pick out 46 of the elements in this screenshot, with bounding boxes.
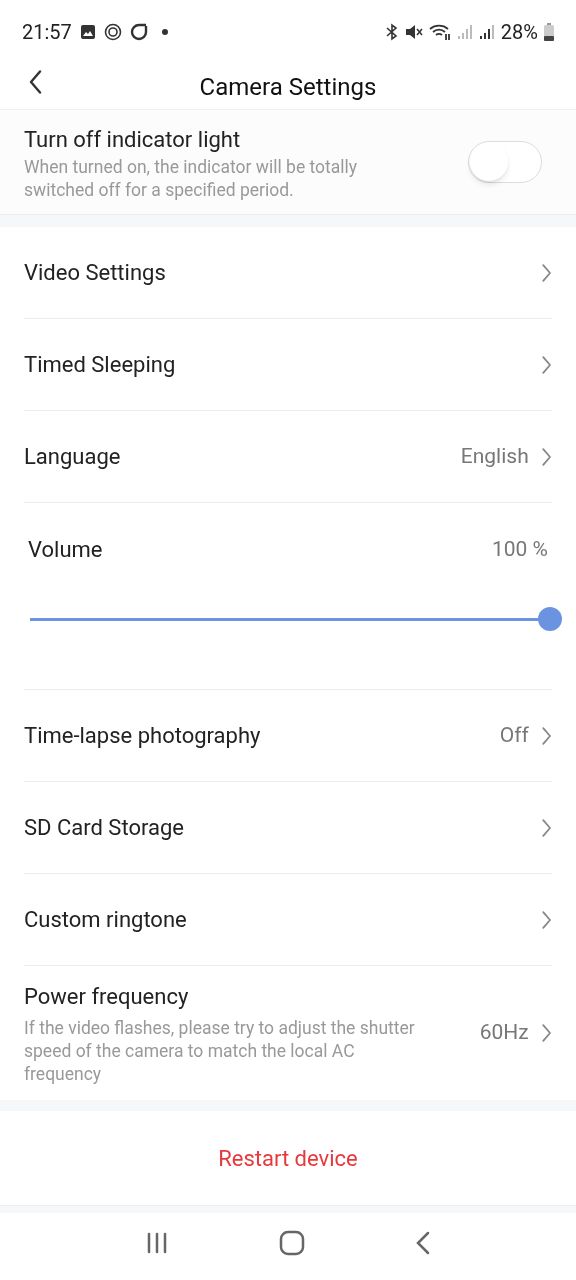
setting-value: Off	[499, 721, 529, 749]
setting-label: Timed Sleeping	[24, 351, 176, 379]
back-icon[interactable]	[28, 70, 43, 94]
slider-thumb[interactable]	[538, 607, 562, 631]
back-icon[interactable]	[415, 1230, 431, 1255]
setting-label: Volume	[28, 536, 103, 564]
chevron-right-icon	[540, 1024, 552, 1042]
signal-icon	[478, 24, 495, 40]
setting-label: Custom ringtone	[24, 906, 187, 934]
image-icon	[79, 24, 96, 40]
setting-row[interactable]: SD Card Storage	[24, 782, 552, 874]
chevron-right-icon	[540, 818, 552, 837]
wifi-icon	[428, 23, 451, 41]
setting-label: Language	[24, 443, 121, 471]
chevron-right-icon	[540, 355, 552, 374]
home-icon[interactable]	[279, 1229, 305, 1256]
setting-row[interactable]: Time-lapse photography Off	[24, 690, 552, 782]
battery-icon	[544, 23, 554, 41]
setting-description: When turned on, the indicator will be totally switched off for a specified period.	[24, 155, 359, 202]
bluetooth-icon	[384, 23, 399, 41]
battery-percent: 28%	[500, 19, 538, 46]
chevron-right-icon	[540, 910, 552, 929]
toggle-switch[interactable]	[468, 141, 542, 183]
volume-reading: 100 %	[492, 535, 548, 563]
setting-value: English	[460, 442, 529, 470]
recent-apps-icon[interactable]	[145, 1230, 169, 1255]
setting-description: If the video flashes, please try to adjust the shutter speed of the camera to match the local AC frequency	[24, 1017, 416, 1086]
setting-row[interactable]: Timed Sleeping	[24, 319, 552, 411]
setting-row[interactable]: Power frequency If the video flashes, please try to adjust the shutter speed of the camera to match the local AC frequency 60Hz	[24, 966, 552, 1100]
chevron-right-icon	[540, 263, 552, 282]
signal-icon	[456, 24, 473, 40]
chevron-right-icon	[540, 726, 552, 745]
setting-label: SD Card Storage	[24, 814, 184, 842]
page-title: Camera Settings	[199, 71, 377, 103]
mute-icon	[404, 24, 423, 40]
setting-row[interactable]: Language English	[24, 411, 552, 503]
ring-icon	[129, 23, 148, 41]
status-time: 21:57	[22, 19, 72, 46]
setting-row[interactable]: Video Settings	[24, 227, 552, 319]
setting-label: Power frequency	[24, 983, 190, 1011]
setting-value: 60Hz	[479, 1019, 529, 1047]
setting-label: Turn off indicator light	[24, 125, 242, 154]
setting-label: Time-lapse photography	[24, 722, 261, 750]
setting-row[interactable]: Custom ringtone	[24, 874, 552, 966]
chevron-right-icon	[540, 447, 552, 466]
setting-label: Video Settings	[24, 259, 166, 287]
